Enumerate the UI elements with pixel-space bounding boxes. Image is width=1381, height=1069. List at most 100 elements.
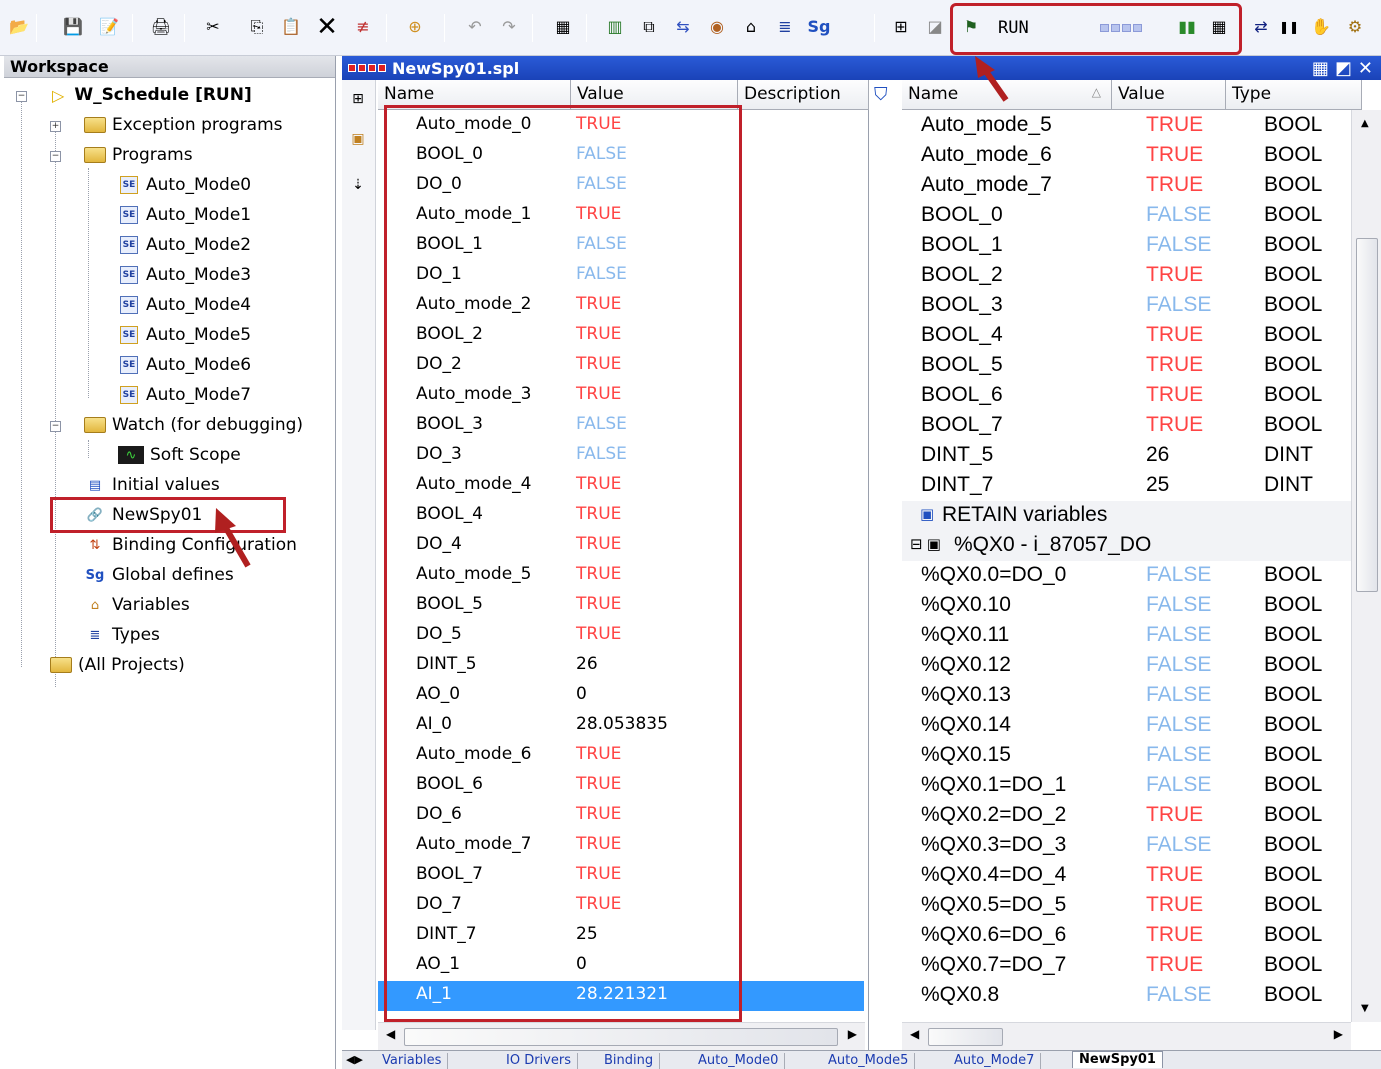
tree-variables[interactable]: ⌂ Variables <box>84 592 190 618</box>
project-collapse-toggle[interactable]: − <box>16 91 27 102</box>
open-icon[interactable]: 📂 <box>8 16 30 38</box>
variable-row[interactable]: %QX0.13 FALSE BOOL <box>902 681 1352 711</box>
pin-icon[interactable]: ◩ <box>1335 58 1352 79</box>
variable-row[interactable]: %QX0.6=DO_6 TRUE BOOL <box>902 921 1352 951</box>
variable-row[interactable]: %QX0.2=DO_2 TRUE BOOL <box>902 801 1352 831</box>
tree-global-defines[interactable]: Sg Global defines <box>84 562 234 588</box>
tree-program-auto-mode5[interactable]: SE Auto_Mode5 <box>118 322 251 348</box>
print-icon[interactable]: 🖨 <box>150 16 172 38</box>
variable-value[interactable]: TRUE <box>1146 803 1203 827</box>
cycle-icon[interactable]: ⇄ <box>1250 16 1272 38</box>
variable-row[interactable]: %QX0.0=DO_0 FALSE BOOL <box>902 561 1352 591</box>
tab-auto-mode5[interactable]: Auto_Mode5 <box>822 1053 916 1069</box>
paste-icon[interactable]: 📋 <box>280 16 302 38</box>
scrollbar-thumb[interactable] <box>1356 238 1378 592</box>
column-header-type[interactable]: Type <box>1226 80 1362 110</box>
variable-row[interactable]: BOOL_7 TRUE BOOL <box>902 411 1352 441</box>
variable-value[interactable]: FALSE <box>1146 233 1211 257</box>
variable-group-row[interactable]: ⊟ ▣ %QX0 - i_87057_DO <box>902 531 1352 561</box>
variable-value[interactable]: FALSE <box>1146 713 1211 737</box>
build-icon[interactable]: ▦ <box>552 16 574 38</box>
variable-row[interactable]: %QX0.8 FALSE BOOL <box>902 981 1352 1011</box>
scroll-up-icon[interactable]: ▲ <box>1361 118 1369 129</box>
monitor-icon[interactable]: ◪ <box>924 16 946 38</box>
tree-program-auto-mode4[interactable]: SE Auto_Mode4 <box>118 292 251 318</box>
scroll-left-icon[interactable]: ◀ <box>910 1027 919 1041</box>
tab-variables[interactable]: Variables <box>376 1053 449 1069</box>
network-icon[interactable]: ⧉ <box>638 16 660 38</box>
variable-value[interactable]: FALSE <box>1146 563 1211 587</box>
programs-collapse-toggle[interactable]: − <box>50 151 61 162</box>
tab-io-drivers[interactable]: IO Drivers <box>500 1053 578 1069</box>
binding-icon[interactable]: ⇆ <box>672 16 694 38</box>
tree-program-auto-mode6[interactable]: SE Auto_Mode6 <box>118 352 251 378</box>
edit-icon[interactable]: 📝 <box>98 16 120 38</box>
window-icon[interactable]: ⊞ <box>890 16 912 38</box>
pause-icon[interactable]: ❚❚ <box>1278 16 1300 38</box>
variable-row[interactable]: Auto_mode_5 TRUE BOOL <box>902 111 1352 141</box>
scroll-right-icon[interactable]: ▶ <box>848 1027 857 1041</box>
variable-value[interactable]: TRUE <box>1146 263 1203 287</box>
copy-icon[interactable]: ⎘ <box>246 16 268 38</box>
variable-value[interactable]: FALSE <box>1146 623 1211 647</box>
variable-value[interactable]: TRUE <box>1146 143 1203 167</box>
variable-row[interactable]: DINT_7 25 DINT <box>902 471 1352 501</box>
variable-value[interactable]: TRUE <box>1146 113 1203 137</box>
delete-icon[interactable]: ✕ <box>316 14 338 40</box>
horizontal-scrollbar[interactable]: ◀ ▶ <box>378 1022 865 1050</box>
sort-icon[interactable]: ⇣ <box>349 176 367 194</box>
add-variable-icon[interactable]: ⊞ <box>349 90 367 108</box>
variable-value[interactable]: FALSE <box>1146 833 1211 857</box>
scroll-left-icon[interactable]: ◀ <box>386 1027 395 1041</box>
tree-binding-configuration[interactable]: ⇅ Binding Configuration <box>84 532 297 558</box>
types-icon[interactable]: ≣ <box>774 16 796 38</box>
tree-types[interactable]: ≣ Types <box>84 622 160 648</box>
variable-value[interactable]: FALSE <box>1146 293 1211 317</box>
variable-row[interactable]: %QX0.12 FALSE BOOL <box>902 651 1352 681</box>
variable-value[interactable]: 26 <box>1146 443 1169 467</box>
clear-icon[interactable]: ≢ <box>352 16 374 38</box>
split-view-icon[interactable]: ▦ <box>1312 58 1329 79</box>
home-icon[interactable]: ⌂ <box>740 16 762 38</box>
io-device-icon[interactable]: ⊟ ▣ <box>910 535 941 553</box>
tree-program-auto-mode0[interactable]: SE Auto_Mode0 <box>118 172 251 198</box>
variable-row[interactable]: BOOL_4 TRUE BOOL <box>902 321 1352 351</box>
tree-exception-programs[interactable]: Exception programs <box>84 112 283 138</box>
column-header-value[interactable]: Value <box>1112 80 1226 110</box>
variable-value[interactable]: TRUE <box>1146 353 1203 377</box>
tab-auto-mode7[interactable]: Auto_Mode7 <box>948 1053 1042 1069</box>
variable-value[interactable]: TRUE <box>1146 893 1203 917</box>
variable-value[interactable]: TRUE <box>1146 923 1203 947</box>
step-over-icon[interactable]: ✋ <box>1310 16 1332 38</box>
variable-value[interactable]: TRUE <box>1146 413 1203 437</box>
insert-variable-icon[interactable]: ▣ <box>349 130 367 148</box>
variable-row[interactable]: %QX0.5=DO_5 TRUE BOOL <box>902 891 1352 921</box>
tree-soft-scope[interactable]: ∿ Soft Scope <box>118 442 241 468</box>
tree-program-auto-mode1[interactable]: SE Auto_Mode1 <box>118 202 251 228</box>
redo-icon[interactable]: ↷ <box>498 16 520 38</box>
tab-auto-mode0[interactable]: Auto_Mode0 <box>692 1053 786 1069</box>
variable-value[interactable]: 25 <box>1146 473 1169 497</box>
variable-value[interactable]: FALSE <box>1146 773 1211 797</box>
cut-icon[interactable]: ✂ <box>202 16 224 38</box>
variable-value[interactable]: FALSE <box>1146 743 1211 767</box>
variable-row[interactable]: %QX0.15 FALSE BOOL <box>902 741 1352 771</box>
horizontal-scrollbar[interactable]: ◀ ▶ <box>902 1022 1351 1050</box>
variable-row[interactable]: %QX0.7=DO_7 TRUE BOOL <box>902 951 1352 981</box>
variable-value[interactable]: FALSE <box>1146 203 1211 227</box>
variable-row[interactable]: BOOL_3 FALSE BOOL <box>902 291 1352 321</box>
tree-initial-values[interactable]: ▤ Initial values <box>84 472 220 498</box>
variable-row[interactable]: BOOL_1 FALSE BOOL <box>902 231 1352 261</box>
variable-row[interactable]: %QX0.1=DO_1 FALSE BOOL <box>902 771 1352 801</box>
variable-value[interactable]: FALSE <box>1146 593 1211 617</box>
tree-programs[interactable]: Programs <box>84 142 193 168</box>
variable-row[interactable]: %QX0.11 FALSE BOOL <box>902 621 1352 651</box>
tree-watch[interactable]: Watch (for debugging) <box>84 412 303 438</box>
filter-icon[interactable]: ⛉ <box>874 84 898 106</box>
variable-value[interactable]: FALSE <box>1146 683 1211 707</box>
tree-program-auto-mode3[interactable]: SE Auto_Mode3 <box>118 262 251 288</box>
variable-row[interactable]: Auto_mode_7 TRUE BOOL <box>902 171 1352 201</box>
tab-nav-arrows-icon[interactable]: ◀▶ <box>346 1053 363 1066</box>
variable-row[interactable]: BOOL_6 TRUE BOOL <box>902 381 1352 411</box>
variable-value[interactable]: FALSE <box>1146 983 1211 1007</box>
